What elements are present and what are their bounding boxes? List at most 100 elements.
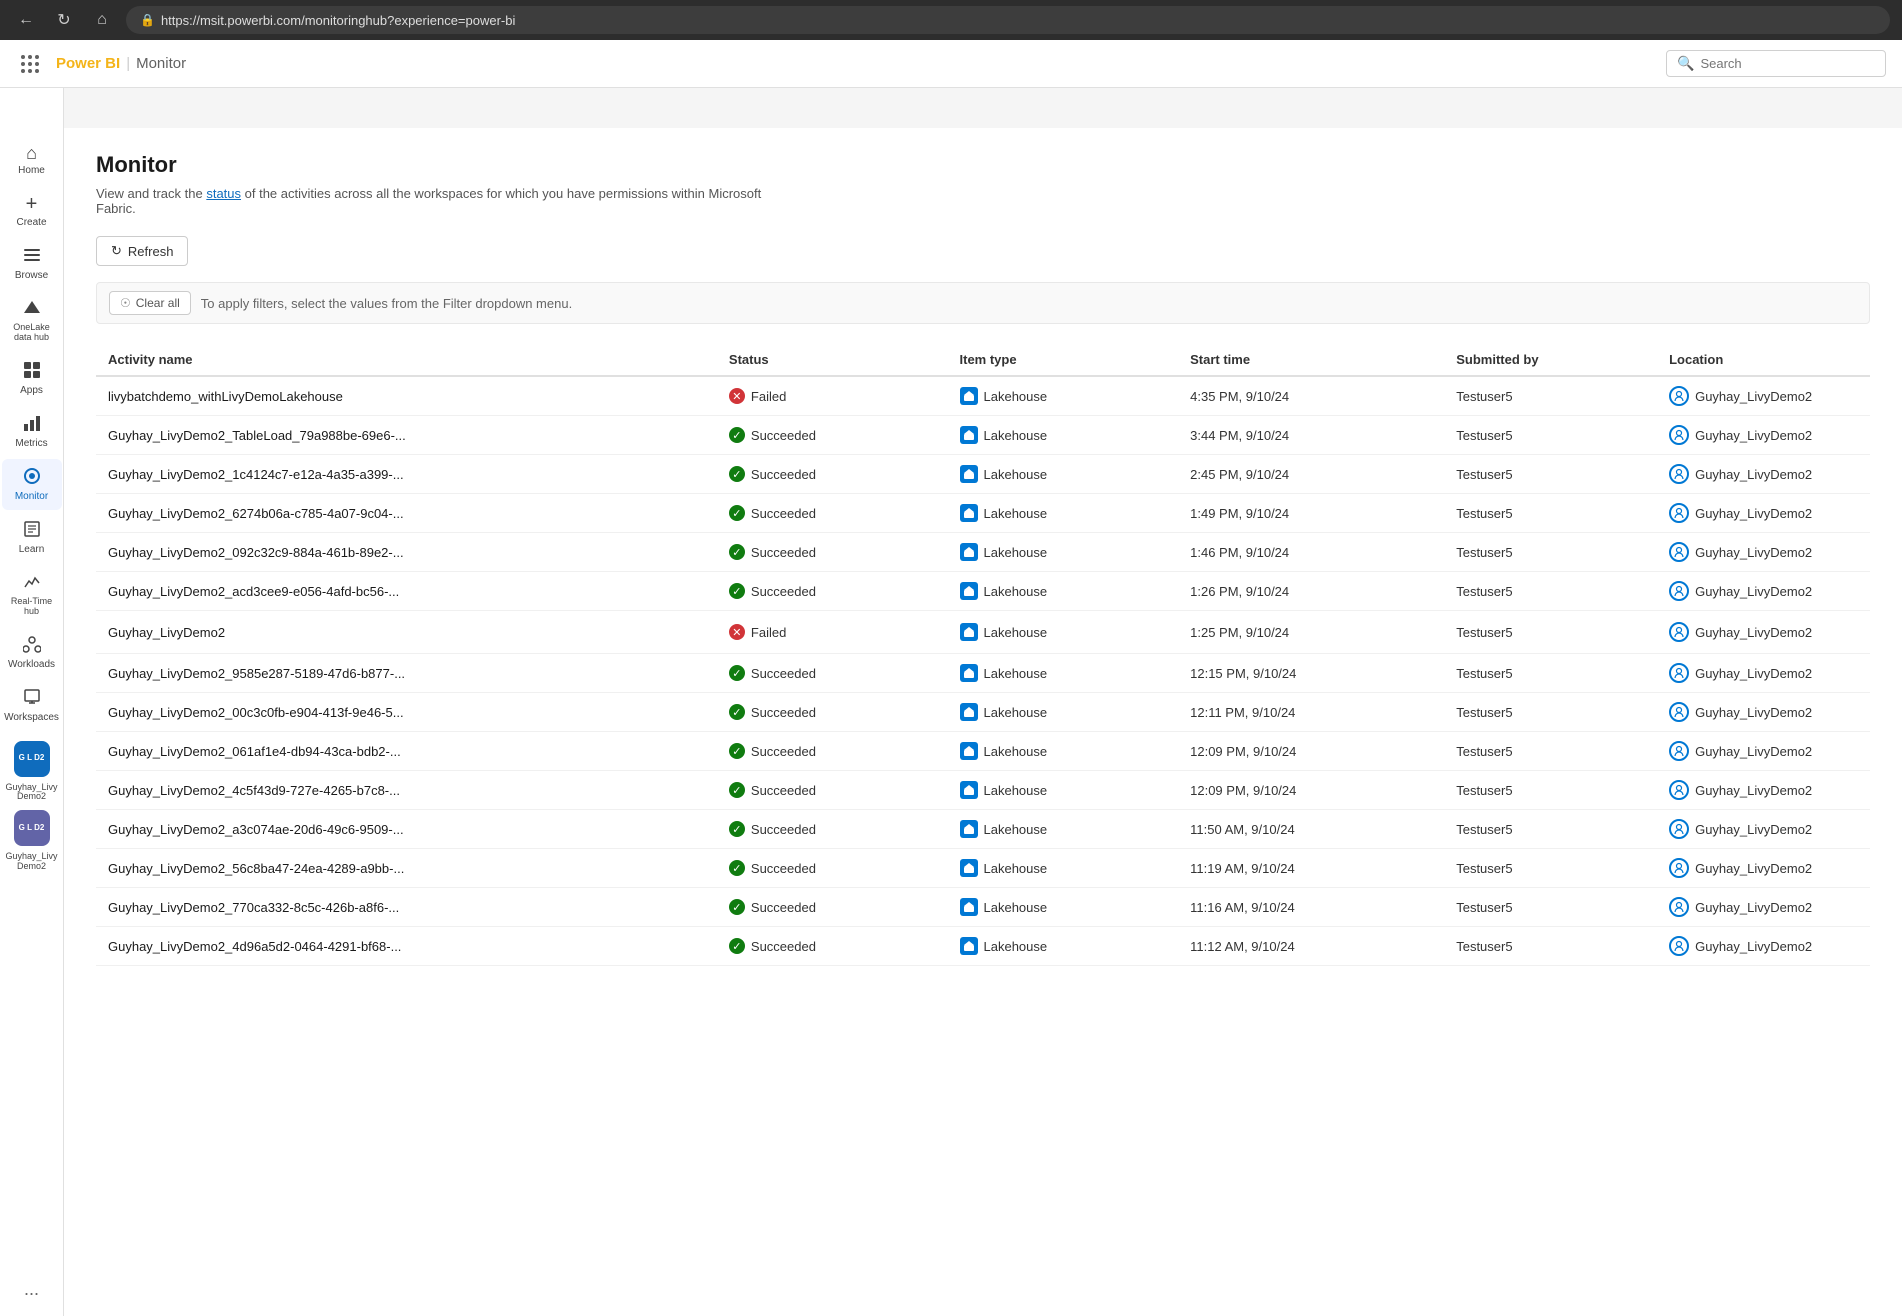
status-text: Succeeded bbox=[751, 822, 816, 837]
sidebar-item-create[interactable]: + Create bbox=[2, 186, 62, 236]
table-header: Activity name Status Item type Start tim… bbox=[96, 344, 1870, 376]
cell-submittedby: Testuser5 bbox=[1444, 376, 1657, 416]
table-row[interactable]: Guyhay_LivyDemo2_TableLoad_79a988be-69e6… bbox=[96, 416, 1870, 455]
sidebar-item-apps[interactable]: Apps bbox=[2, 353, 62, 404]
sidebar-item-onelake[interactable]: OneLake data hub bbox=[2, 291, 62, 351]
browser-back-button[interactable]: ← bbox=[12, 6, 40, 34]
browser-refresh-button[interactable]: ↻ bbox=[50, 6, 78, 34]
location-icon bbox=[1669, 581, 1689, 601]
cell-activity: Guyhay_LivyDemo2_1c4124c7-e12a-4a35-a399… bbox=[96, 455, 717, 494]
cell-location: Guyhay_LivyDemo2 bbox=[1657, 771, 1870, 810]
browser-url-bar[interactable]: 🔒 https://msit.powerbi.com/monitoringhub… bbox=[126, 6, 1890, 34]
url-lock-icon: 🔒 bbox=[140, 13, 155, 27]
cell-location: Guyhay_LivyDemo2 bbox=[1657, 533, 1870, 572]
table-row[interactable]: Guyhay_LivyDemo2_061af1e4-db94-43ca-bdb2… bbox=[96, 732, 1870, 771]
refresh-button[interactable]: ↻ Refresh bbox=[96, 236, 188, 266]
workloads-icon bbox=[23, 635, 41, 656]
location-text: Guyhay_LivyDemo2 bbox=[1695, 939, 1812, 954]
brand-logo[interactable]: Power BI | Monitor bbox=[56, 55, 186, 72]
cell-location: Guyhay_LivyDemo2 bbox=[1657, 849, 1870, 888]
subtitle-status-link[interactable]: status bbox=[206, 186, 241, 201]
url-text: https://msit.powerbi.com/monitoringhub?e… bbox=[161, 13, 515, 28]
cell-activity: Guyhay_LivyDemo2_9585e287-5189-47d6-b877… bbox=[96, 654, 717, 693]
location-text: Guyhay_LivyDemo2 bbox=[1695, 467, 1812, 482]
sidebar-item-metrics[interactable]: Metrics bbox=[2, 406, 62, 457]
sidebar-label-realtime: Real-Time hub bbox=[6, 597, 58, 617]
sidebar-item-learn[interactable]: Learn bbox=[2, 512, 62, 563]
table-row[interactable]: Guyhay_LivyDemo2 ⓘ ••• ✕ Failed Lakehous… bbox=[96, 611, 1870, 654]
location-icon bbox=[1669, 464, 1689, 484]
cell-activity: livybatchdemo_withLivyDemoLakehouse bbox=[96, 376, 717, 416]
cell-submittedby: Testuser5 bbox=[1444, 494, 1657, 533]
table-row[interactable]: Guyhay_LivyDemo2_4d96a5d2-0464-4291-bf68… bbox=[96, 927, 1870, 966]
workspace-badge-2[interactable]: G L D2 bbox=[14, 810, 50, 846]
workspace-badge-1[interactable]: G L D2 bbox=[14, 741, 50, 777]
sidebar-item-workloads[interactable]: Workloads bbox=[2, 627, 62, 678]
browser-home-button[interactable]: ⌂ bbox=[88, 6, 116, 34]
refresh-icon: ↻ bbox=[111, 243, 122, 259]
table-row[interactable]: Guyhay_LivyDemo2_1c4124c7-e12a-4a35-a399… bbox=[96, 455, 1870, 494]
waffle-menu-button[interactable] bbox=[16, 50, 44, 78]
cell-status: ✓ Succeeded bbox=[717, 927, 948, 966]
submitted-by-text: Testuser5 bbox=[1456, 428, 1512, 443]
clear-all-button[interactable]: ☉ Clear all bbox=[109, 291, 191, 315]
onelake-icon bbox=[23, 299, 41, 320]
item-type-text: Lakehouse bbox=[984, 822, 1048, 837]
location-text: Guyhay_LivyDemo2 bbox=[1695, 584, 1812, 599]
cell-activity: Guyhay_LivyDemo2_acd3cee9-e056-4afd-bc56… bbox=[96, 572, 717, 611]
table-row[interactable]: livybatchdemo_withLivyDemoLakehouse ✕ Fa… bbox=[96, 376, 1870, 416]
cell-submittedby: Testuser5 bbox=[1444, 533, 1657, 572]
sidebar-item-workspaces[interactable]: Workspaces bbox=[2, 680, 62, 731]
location-text: Guyhay_LivyDemo2 bbox=[1695, 545, 1812, 560]
cell-itemtype: Lakehouse bbox=[948, 376, 1179, 416]
table-row[interactable]: Guyhay_LivyDemo2_9585e287-5189-47d6-b877… bbox=[96, 654, 1870, 693]
table-row[interactable]: Guyhay_LivyDemo2_770ca332-8c5c-426b-a8f6… bbox=[96, 888, 1870, 927]
table-row[interactable]: Guyhay_LivyDemo2_56c8ba47-24ea-4289-a9bb… bbox=[96, 849, 1870, 888]
location-text: Guyhay_LivyDemo2 bbox=[1695, 861, 1812, 876]
sidebar-label-create: Create bbox=[16, 217, 46, 228]
cell-location: Guyhay_LivyDemo2 bbox=[1657, 810, 1870, 849]
cell-activity: Guyhay_LivyDemo2_6274b06a-c785-4a07-9c04… bbox=[96, 494, 717, 533]
table-row[interactable]: Guyhay_LivyDemo2_a3c074ae-20d6-49c6-9509… bbox=[96, 810, 1870, 849]
start-time-text: 12:09 PM, 9/10/24 bbox=[1190, 783, 1296, 798]
sidebar-item-monitor[interactable]: Monitor bbox=[2, 459, 62, 510]
submitted-by-text: Testuser5 bbox=[1456, 545, 1512, 560]
sidebar-label-metrics: Metrics bbox=[15, 438, 47, 449]
table-row[interactable]: Guyhay_LivyDemo2_092c32c9-884a-461b-89e2… bbox=[96, 533, 1870, 572]
cell-submittedby: Testuser5 bbox=[1444, 810, 1657, 849]
sidebar-more-button[interactable]: ... bbox=[16, 1271, 47, 1308]
sidebar-item-realtime[interactable]: Real-Time hub bbox=[2, 565, 62, 625]
location-icon bbox=[1669, 663, 1689, 683]
table-row[interactable]: Guyhay_LivyDemo2_6274b06a-c785-4a07-9c04… bbox=[96, 494, 1870, 533]
location-text: Guyhay_LivyDemo2 bbox=[1695, 822, 1812, 837]
item-type-text: Lakehouse bbox=[984, 939, 1048, 954]
item-type-text: Lakehouse bbox=[984, 861, 1048, 876]
cell-submittedby: Testuser5 bbox=[1444, 888, 1657, 927]
lakehouse-icon bbox=[960, 859, 978, 877]
cell-location: Guyhay_LivyDemo2 bbox=[1657, 654, 1870, 693]
cell-location: Guyhay_LivyDemo2 bbox=[1657, 732, 1870, 771]
cell-itemtype: Lakehouse bbox=[948, 455, 1179, 494]
table-row[interactable]: Guyhay_LivyDemo2_4c5f43d9-727e-4265-b7c8… bbox=[96, 771, 1870, 810]
create-icon: + bbox=[26, 194, 38, 214]
lakehouse-icon bbox=[960, 387, 978, 405]
table-row[interactable]: Guyhay_LivyDemo2_00c3c0fb-e904-413f-9e46… bbox=[96, 693, 1870, 732]
cell-status: ✓ Succeeded bbox=[717, 732, 948, 771]
sidebar-item-browse[interactable]: Browse bbox=[2, 238, 62, 289]
more-options-button[interactable]: ••• bbox=[257, 622, 280, 642]
sidebar-item-home[interactable]: ⌂ Home bbox=[2, 136, 62, 184]
search-input[interactable] bbox=[1700, 56, 1875, 71]
col-header-activity: Activity name bbox=[96, 344, 717, 376]
info-button[interactable]: ⓘ bbox=[229, 620, 251, 644]
page-title: Monitor bbox=[96, 152, 1870, 178]
lakehouse-icon bbox=[960, 742, 978, 760]
table-row[interactable]: Guyhay_LivyDemo2_acd3cee9-e056-4afd-bc56… bbox=[96, 572, 1870, 611]
cell-itemtype: Lakehouse bbox=[948, 572, 1179, 611]
apps-icon bbox=[23, 361, 41, 382]
cell-itemtype: Lakehouse bbox=[948, 849, 1179, 888]
item-type-text: Lakehouse bbox=[984, 467, 1048, 482]
submitted-by-text: Testuser5 bbox=[1456, 705, 1512, 720]
sidebar-label-workspaces: Workspaces bbox=[4, 712, 59, 723]
status-text: Succeeded bbox=[751, 506, 816, 521]
search-box[interactable]: 🔍 bbox=[1666, 50, 1886, 77]
